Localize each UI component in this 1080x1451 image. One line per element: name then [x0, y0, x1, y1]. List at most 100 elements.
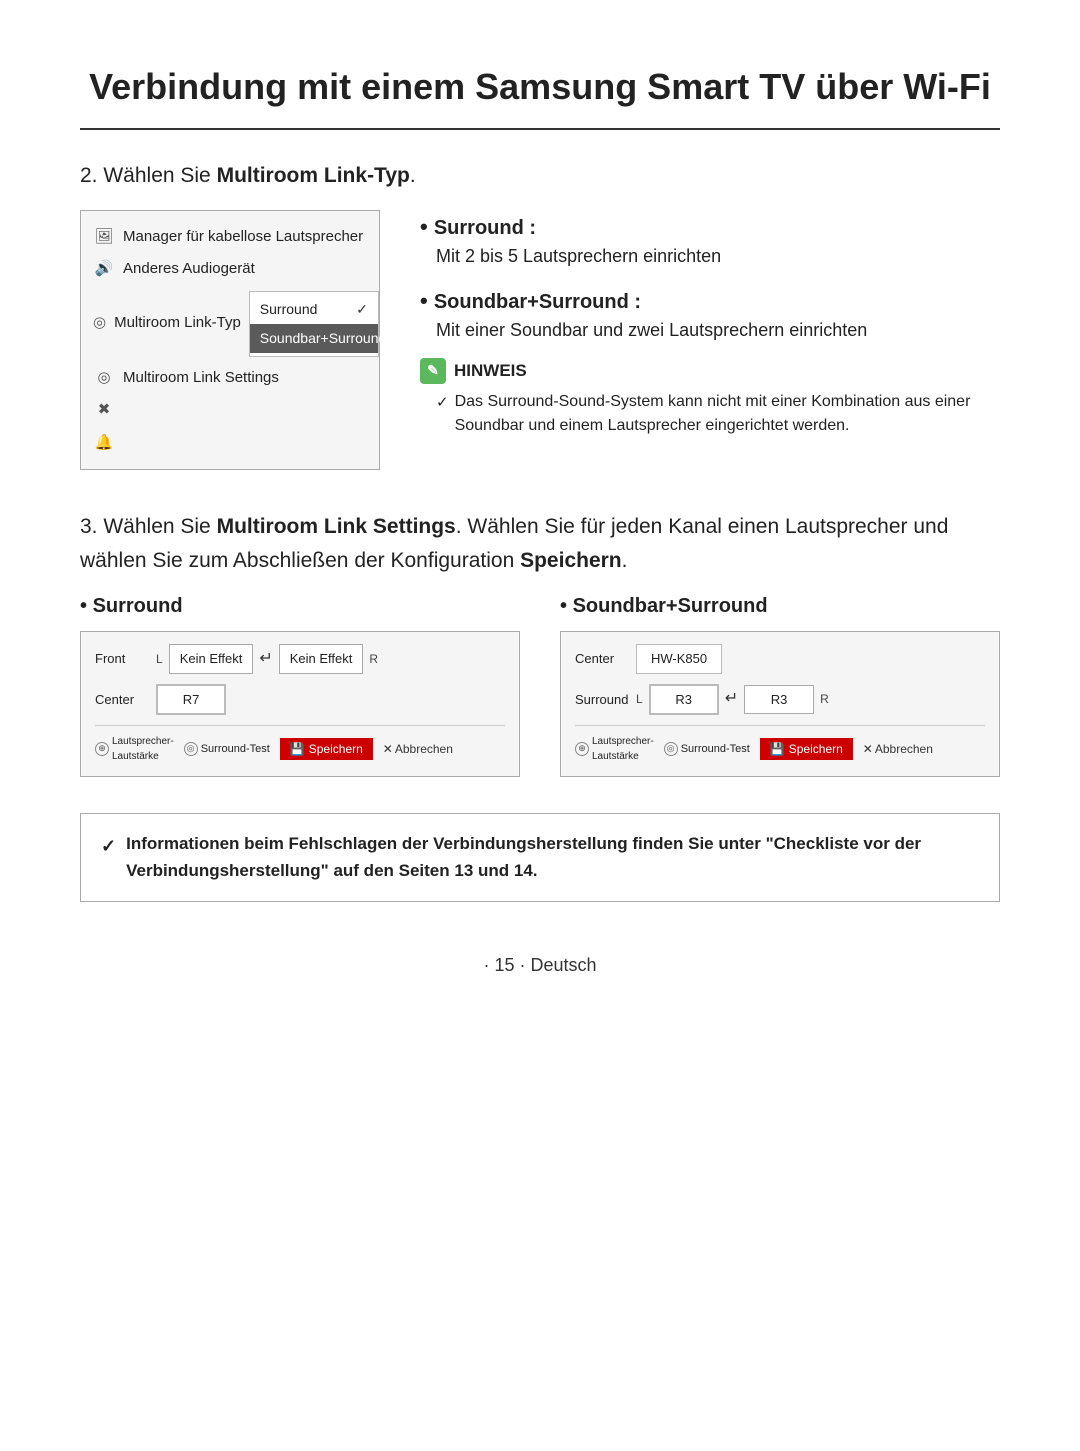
bullet-title-soundbar: Soundbar+Surround : [420, 284, 1000, 317]
soundbar-panel-title: Soundbar+Surround [560, 591, 1000, 621]
sb-speichern-label: Speichern [789, 742, 843, 756]
x-icon: ✕ [383, 740, 393, 758]
front-arrow-icon: ↵ [259, 647, 272, 671]
menu-label-audio: Anderes Audiogerät [123, 258, 367, 281]
menu-dropdown: Surround ✓ Soundbar+Surround [249, 291, 379, 357]
sb-surround-row: Surround L R3 ↵ R3 R [575, 684, 985, 716]
center-label: Center [95, 690, 150, 710]
manager-icon: 🖼 [93, 226, 115, 249]
menu-row-manager: 🖼 Manager für kabellose Lautsprecher [81, 221, 379, 254]
step3-label-bold: Multiroom Link Settings [217, 515, 456, 538]
surround-panels: Surround Front L Kein Effekt ↵ Kein Effe… [80, 591, 1000, 777]
menu-mockup: 🖼 Manager für kabellose Lautsprecher 🔊 A… [80, 210, 380, 471]
sb-center-label: Center [575, 649, 630, 669]
abbrechen-btn[interactable]: ✕ Abbrechen [383, 740, 453, 758]
bullet-item-soundbar: Soundbar+Surround : Mit einer Soundbar u… [420, 284, 1000, 344]
menu-row-icon2: 🔔 [81, 427, 379, 460]
hinweis-icon: ✎ [420, 358, 446, 384]
sb-lautstaerke-icon: ⊕ [575, 742, 589, 756]
step2-container: 🖼 Manager für kabellose Lautsprecher 🔊 A… [80, 210, 1000, 471]
hinweis-title: ✎ HINWEIS [420, 358, 1000, 384]
soundbar-ui-panel: Center HW-K850 Surround L R3 ↵ R3 R ⊕ La… [560, 631, 1000, 777]
sb-surround-r-label: R [820, 690, 829, 708]
page-title: Verbindung mit einem Samsung Smart TV üb… [80, 60, 1000, 130]
abbrechen-label: Abbrechen [395, 740, 453, 758]
linktyp-icon: ◎ [93, 312, 106, 335]
sb-surround-test-btn[interactable]: ◎ Surround-Test [664, 741, 750, 758]
sb-speichern-icon: 💾 [770, 742, 785, 756]
lautstaerke-icon: ⊕ [95, 742, 109, 756]
hinweis-label: HINWEIS [454, 358, 527, 384]
step2-label-end: . [410, 164, 416, 187]
dropdown-surround: Surround ✓ [250, 295, 378, 324]
lautstaerke-label: Lautsprecher- Lautstärke [112, 734, 174, 764]
sb-surround-btn-right[interactable]: R3 [744, 685, 814, 715]
front-btn-left[interactable]: Kein Effekt [169, 644, 254, 674]
sb-surround-test-label: Surround-Test [681, 741, 750, 758]
center-btn[interactable]: R7 [156, 684, 226, 716]
page-footer: · 15 · Deutsch [80, 952, 1000, 979]
step3-title: 3. Wählen Sie Multiroom Link Settings. W… [80, 510, 1000, 577]
speichern-button[interactable]: 💾 Speichern [280, 738, 373, 760]
sb-surround-l-label: L [636, 690, 643, 708]
bullet-title-surround: Surround : [420, 210, 1000, 243]
sb-surround-label: Surround [575, 690, 630, 710]
hinweis-content: Das Surround-Sound-System kann nicht mit… [436, 390, 1000, 438]
speichern-label: Speichern [309, 742, 363, 756]
surround-panel-footer: ⊕ Lautsprecher- Lautstärke ◎ Surround-Te… [95, 725, 505, 764]
dropdown-soundbar-label: Soundbar+Surround [260, 328, 387, 349]
soundbar-panel-footer: ⊕ Lautsprecher- Lautstärke ◎ Surround-Te… [575, 725, 985, 764]
bullet-list-step2: Surround : Mit 2 bis 5 Lautsprechern ein… [420, 210, 1000, 438]
bullet-desc-surround: Mit 2 bis 5 Lautsprechern einrichten [436, 243, 1000, 270]
surround-test-label: Surround-Test [201, 741, 270, 758]
surround-test-btn[interactable]: ◎ Surround-Test [184, 741, 270, 758]
menu-label-linktyp: Multiroom Link-Typ [114, 312, 241, 335]
step2-label-bold: Multiroom Link-Typ [217, 164, 410, 187]
menu-label-manager: Manager für kabellose Lautsprecher [123, 226, 367, 249]
center-row: Center R7 [95, 684, 505, 716]
sb-center-btn[interactable]: HW-K850 [636, 644, 722, 674]
bullet-item-surround: Surround : Mit 2 bis 5 Lautsprechern ein… [420, 210, 1000, 270]
sb-x-icon: ✕ [863, 740, 873, 758]
bottom-note-text: Informationen beim Fehlschlagen der Verb… [126, 830, 979, 884]
sb-lautstaerke-label: Lautsprecher- Lautstärke [592, 734, 654, 764]
sb-surround-arrow-icon: ↵ [725, 687, 738, 711]
step3-label-end: . [622, 549, 628, 572]
surround-section: Surround Front L Kein Effekt ↵ Kein Effe… [80, 591, 520, 777]
surround-test-icon: ◎ [184, 742, 198, 756]
bell-icon: 🔔 [93, 432, 115, 455]
checkmark-icon: ✓ [356, 299, 368, 320]
menu-row-linktyp: ◎ Multiroom Link-Typ Surround ✓ Soundbar… [81, 286, 379, 362]
step2-label-pre: 2. Wählen Sie [80, 164, 217, 187]
hinweis-box: ✎ HINWEIS Das Surround-Sound-System kann… [420, 358, 1000, 438]
dropdown-soundbar: Soundbar+Surround [250, 324, 378, 353]
menu-row-icon1: ✖ [81, 394, 379, 427]
menu-row-audio: 🔊 Anderes Audiogerät [81, 253, 379, 286]
surround-ui-panel: Front L Kein Effekt ↵ Kein Effekt R Cent… [80, 631, 520, 777]
cross-icon: ✖ [93, 399, 115, 422]
sb-lautstaerke-btn[interactable]: ⊕ Lautsprecher- Lautstärke [575, 734, 654, 764]
sb-surround-btn-left[interactable]: R3 [649, 684, 719, 716]
speichern-icon: 💾 [290, 742, 305, 756]
audio-icon: 🔊 [93, 258, 115, 281]
bottom-note: Informationen beim Fehlschlagen der Verb… [80, 813, 1000, 901]
bullet-desc-soundbar: Mit einer Soundbar und zwei Lautsprecher… [436, 317, 1000, 344]
menu-label-linksettings: Multiroom Link Settings [123, 367, 367, 390]
sb-abbrechen-btn[interactable]: ✕ Abbrechen [863, 740, 933, 758]
menu-row-linksettings: ◎ Multiroom Link Settings [81, 362, 379, 395]
sb-abbrechen-label: Abbrechen [875, 740, 933, 758]
sb-speichern-button[interactable]: 💾 Speichern [760, 738, 853, 760]
sb-center-row: Center HW-K850 [575, 644, 985, 674]
linksettings-icon: ◎ [93, 367, 115, 390]
soundbar-section: Soundbar+Surround Center HW-K850 Surroun… [560, 591, 1000, 777]
step2-title: 2. Wählen Sie Multiroom Link-Typ. [80, 160, 1000, 192]
step3-label-pre: 3. Wählen Sie [80, 515, 217, 538]
front-row: Front L Kein Effekt ↵ Kein Effekt R [95, 644, 505, 674]
front-btn-right[interactable]: Kein Effekt [279, 644, 364, 674]
step3-speichern: Speichern [520, 549, 622, 572]
hinweis-text: Das Surround-Sound-System kann nicht mit… [436, 390, 1000, 438]
dropdown-surround-label: Surround [260, 299, 318, 320]
sb-surround-test-icon: ◎ [664, 742, 678, 756]
front-l-label: L [156, 650, 163, 668]
lautstaerke-btn[interactable]: ⊕ Lautsprecher- Lautstärke [95, 734, 174, 764]
